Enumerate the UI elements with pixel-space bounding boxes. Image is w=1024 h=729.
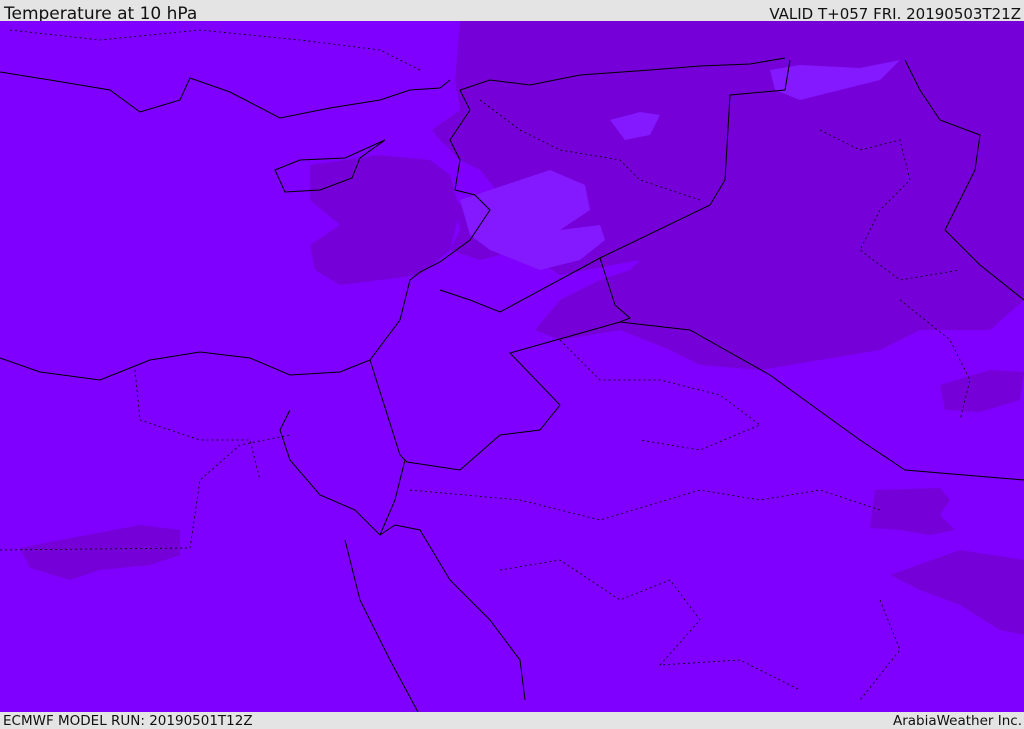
temperature-map — [0, 21, 1024, 713]
model-run: ECMWF MODEL RUN: 20190501T12Z — [3, 713, 253, 729]
footer-bar: ECMWF MODEL RUN: 20190501T12Z ArabiaWeat… — [0, 712, 1024, 729]
warm-regions — [20, 21, 1024, 635]
brand-credit: ArabiaWeather Inc. — [892, 713, 1022, 729]
map-canvas — [0, 21, 1024, 713]
header-bar: Temperature at 10 hPa VALID T+057 FRI. 2… — [0, 0, 1024, 24]
